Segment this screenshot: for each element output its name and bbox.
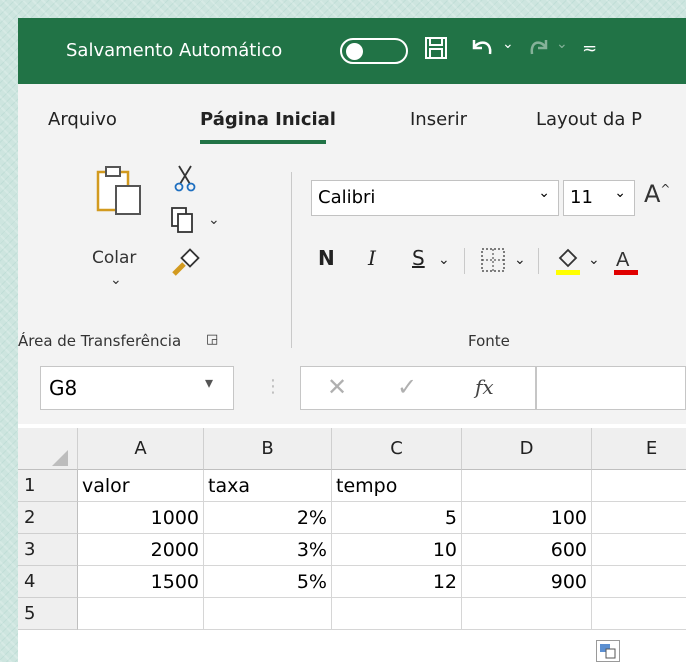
column-header-b[interactable]: B	[204, 428, 332, 470]
paste-label[interactable]: Colar	[92, 248, 136, 268]
tab-pagina-inicial[interactable]: Página Inicial	[200, 109, 336, 130]
cell-a3[interactable]: 2000	[78, 534, 204, 566]
cell-b5[interactable]	[204, 598, 332, 630]
font-size-value: 11	[570, 187, 593, 208]
cell-a2[interactable]: 1000	[78, 502, 204, 534]
column-header-a[interactable]: A	[78, 428, 204, 470]
bold-button[interactable]: N	[318, 246, 335, 270]
italic-button[interactable]: I	[368, 246, 376, 270]
cell-d3[interactable]: 600	[462, 534, 592, 566]
font-name-dropdown-icon[interactable]: ⌄	[538, 185, 550, 201]
font-size-box[interactable]: 11 ⌄	[563, 180, 635, 216]
row-header-4[interactable]: 4	[18, 566, 78, 598]
cell-b2[interactable]: 2%	[204, 502, 332, 534]
cell-e5[interactable]	[592, 598, 686, 630]
cell-e4[interactable]	[592, 566, 686, 598]
cell-e1[interactable]	[592, 470, 686, 502]
row-header-5[interactable]: 5	[18, 598, 78, 630]
copy-icon[interactable]	[170, 206, 196, 238]
undo-dropdown-icon[interactable]: ⌄	[502, 36, 514, 52]
clipboard-launcher-icon[interactable]: ◲	[206, 332, 218, 347]
autosave-label: Salvamento Automático	[66, 40, 283, 61]
cell-b4[interactable]: 5%	[204, 566, 332, 598]
cell-d2[interactable]: 100	[462, 502, 592, 534]
cell-d4[interactable]: 900	[462, 566, 592, 598]
cell-c3[interactable]: 10	[332, 534, 462, 566]
name-box-value: G8	[49, 376, 78, 400]
font-name-box[interactable]: Calibri ⌄	[311, 180, 559, 216]
name-box[interactable]: G8 ▾	[40, 366, 234, 410]
formula-bar-grip-icon[interactable]: ⋮	[264, 376, 282, 397]
enter-icon[interactable]: ✓	[397, 373, 417, 401]
paste-icon[interactable]	[94, 164, 144, 222]
cell-d5[interactable]	[462, 598, 592, 630]
font-name-value: Calibri	[318, 187, 376, 208]
format-separator	[464, 248, 465, 274]
cut-icon[interactable]	[174, 164, 196, 196]
redo-dropdown-icon[interactable]: ⌄	[556, 36, 568, 52]
cell-b3[interactable]: 3%	[204, 534, 332, 566]
underline-dropdown-icon[interactable]: ⌄	[438, 252, 450, 268]
tab-arquivo[interactable]: Arquivo	[48, 109, 117, 130]
redo-icon[interactable]	[526, 32, 552, 68]
cell-e2[interactable]	[592, 502, 686, 534]
borders-icon[interactable]	[480, 247, 506, 277]
excel-window: Salvamento Automático ⌄ ⌄ ≂ Arquivo Pági…	[18, 18, 686, 662]
format-separator-2	[538, 248, 539, 274]
cell-c1[interactable]: tempo	[332, 470, 462, 502]
cell-b1[interactable]: taxa	[204, 470, 332, 502]
row-header-2[interactable]: 2	[18, 502, 78, 534]
ribbon: Colar ⌄ ⌄ Área de Transferência ◲ Calibr…	[18, 152, 686, 353]
cell-a4[interactable]: 1500	[78, 566, 204, 598]
font-group-label: Fonte	[468, 332, 510, 350]
tab-inserir[interactable]: Inserir	[410, 109, 467, 130]
save-icon[interactable]	[424, 36, 448, 66]
row-header-3[interactable]: 3	[18, 534, 78, 566]
select-all-corner[interactable]	[18, 428, 78, 470]
insert-function-icon[interactable]: fx	[475, 375, 494, 399]
row-header-1[interactable]: 1	[18, 470, 78, 502]
tab-layout-da-pagina[interactable]: Layout da P	[536, 109, 642, 130]
fill-color-icon[interactable]	[554, 244, 582, 280]
cancel-icon[interactable]: ✕	[327, 373, 347, 401]
cell-d1[interactable]	[462, 470, 592, 502]
customize-quick-access-icon[interactable]: ≂	[582, 38, 597, 59]
formula-input[interactable]	[536, 366, 686, 410]
column-header-d[interactable]: D	[462, 428, 592, 470]
column-header-e[interactable]: E	[592, 428, 686, 470]
increase-font-size-icon[interactable]: A^	[644, 180, 670, 208]
undo-icon[interactable]	[468, 32, 498, 68]
fill-color-dropdown-icon[interactable]: ⌄	[588, 252, 600, 268]
paste-dropdown-icon[interactable]: ⌄	[110, 272, 122, 288]
cell-a1[interactable]: valor	[78, 470, 204, 502]
clipboard-group-label: Área de Transferência	[18, 332, 182, 350]
group-separator	[291, 172, 292, 348]
cell-e3[interactable]	[592, 534, 686, 566]
name-box-dropdown-icon[interactable]: ▾	[205, 373, 213, 392]
cell-c4[interactable]: 12	[332, 566, 462, 598]
title-bar: Salvamento Automático ⌄ ⌄ ≂	[18, 18, 686, 84]
font-color-icon[interactable]: A	[612, 244, 640, 280]
autosave-toggle[interactable]	[340, 38, 408, 64]
ribbon-tabs: Arquivo Página Inicial Inserir Layout da…	[18, 84, 686, 152]
paste-options-icon[interactable]	[596, 640, 620, 662]
formula-bar-area: G8 ▾ ⋮ ✕ ✓ fx	[18, 352, 686, 424]
cell-a5[interactable]	[78, 598, 204, 630]
underline-button[interactable]: S	[412, 246, 425, 270]
cell-c2[interactable]: 5	[332, 502, 462, 534]
svg-text:A: A	[616, 249, 630, 271]
formula-buttons: ✕ ✓ fx	[300, 366, 536, 410]
copy-dropdown-icon[interactable]: ⌄	[208, 212, 220, 228]
cell-c5[interactable]	[332, 598, 462, 630]
column-header-c[interactable]: C	[332, 428, 462, 470]
active-tab-indicator	[200, 140, 326, 144]
borders-dropdown-icon[interactable]: ⌄	[514, 252, 526, 268]
format-painter-icon[interactable]	[170, 248, 200, 282]
font-size-dropdown-icon[interactable]: ⌄	[614, 185, 626, 201]
